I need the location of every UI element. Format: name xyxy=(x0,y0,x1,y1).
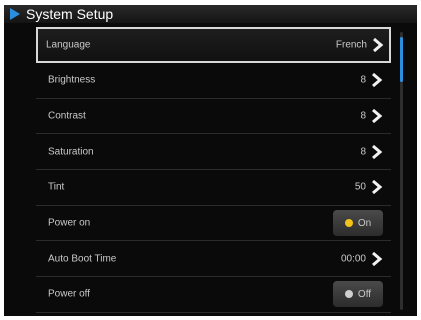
setting-label: Brightness xyxy=(48,74,96,86)
toggle-state: On xyxy=(357,217,372,229)
setting-row-power-on: Power on On xyxy=(36,206,391,242)
system-setup-screen: System Setup Language French Brightness … xyxy=(4,5,417,316)
power-on-toggle[interactable]: On xyxy=(333,210,383,237)
setting-row-brightness[interactable]: Brightness 8 xyxy=(36,63,391,99)
setting-row-saturation[interactable]: Saturation 8 xyxy=(36,134,391,171)
setting-row-language[interactable]: Language French xyxy=(36,27,391,63)
chevron-right-icon[interactable] xyxy=(371,144,383,160)
status-dot-icon xyxy=(344,219,353,228)
setting-value: 50 xyxy=(354,181,366,193)
setting-label: Language xyxy=(46,39,91,51)
chevron-right-icon[interactable] xyxy=(371,72,383,88)
setting-value: 8 xyxy=(360,74,366,86)
setting-label: Contrast xyxy=(48,110,86,122)
chevron-right-icon[interactable] xyxy=(371,251,383,267)
toggle-state: Off xyxy=(357,288,372,300)
setting-label: Power off xyxy=(48,288,91,300)
chevron-right-icon[interactable] xyxy=(371,179,383,195)
status-dot-icon xyxy=(344,290,353,299)
scrollbar-thumb[interactable] xyxy=(400,37,403,82)
power-off-toggle[interactable]: Off xyxy=(333,281,383,308)
setting-value: 00:00 xyxy=(340,253,366,265)
setting-label: Power on xyxy=(48,217,91,229)
title-bar: System Setup xyxy=(4,5,417,23)
setting-value: 8 xyxy=(360,146,366,158)
setting-label: Auto Boot Time xyxy=(48,253,117,265)
settings-list: Language French Brightness 8 Contrast 8 … xyxy=(36,27,391,313)
chevron-right-icon[interactable] xyxy=(372,37,384,53)
chevron-right-icon[interactable] xyxy=(371,108,383,124)
setting-value: 8 xyxy=(360,110,366,122)
setting-row-contrast[interactable]: Contrast 8 xyxy=(36,99,391,135)
setting-row-tint[interactable]: Tint 50 xyxy=(36,170,391,206)
setting-label: Saturation xyxy=(48,146,94,158)
setting-value: French xyxy=(335,39,367,51)
page-title: System Setup xyxy=(26,6,114,22)
setting-row-auto-boot-time[interactable]: Auto Boot Time 00:00 xyxy=(36,241,391,278)
play-arrow-icon xyxy=(10,8,20,20)
setting-label: Tint xyxy=(48,181,65,193)
scrollbar[interactable] xyxy=(400,32,403,310)
setting-row-power-off: Power off Off xyxy=(36,277,391,313)
